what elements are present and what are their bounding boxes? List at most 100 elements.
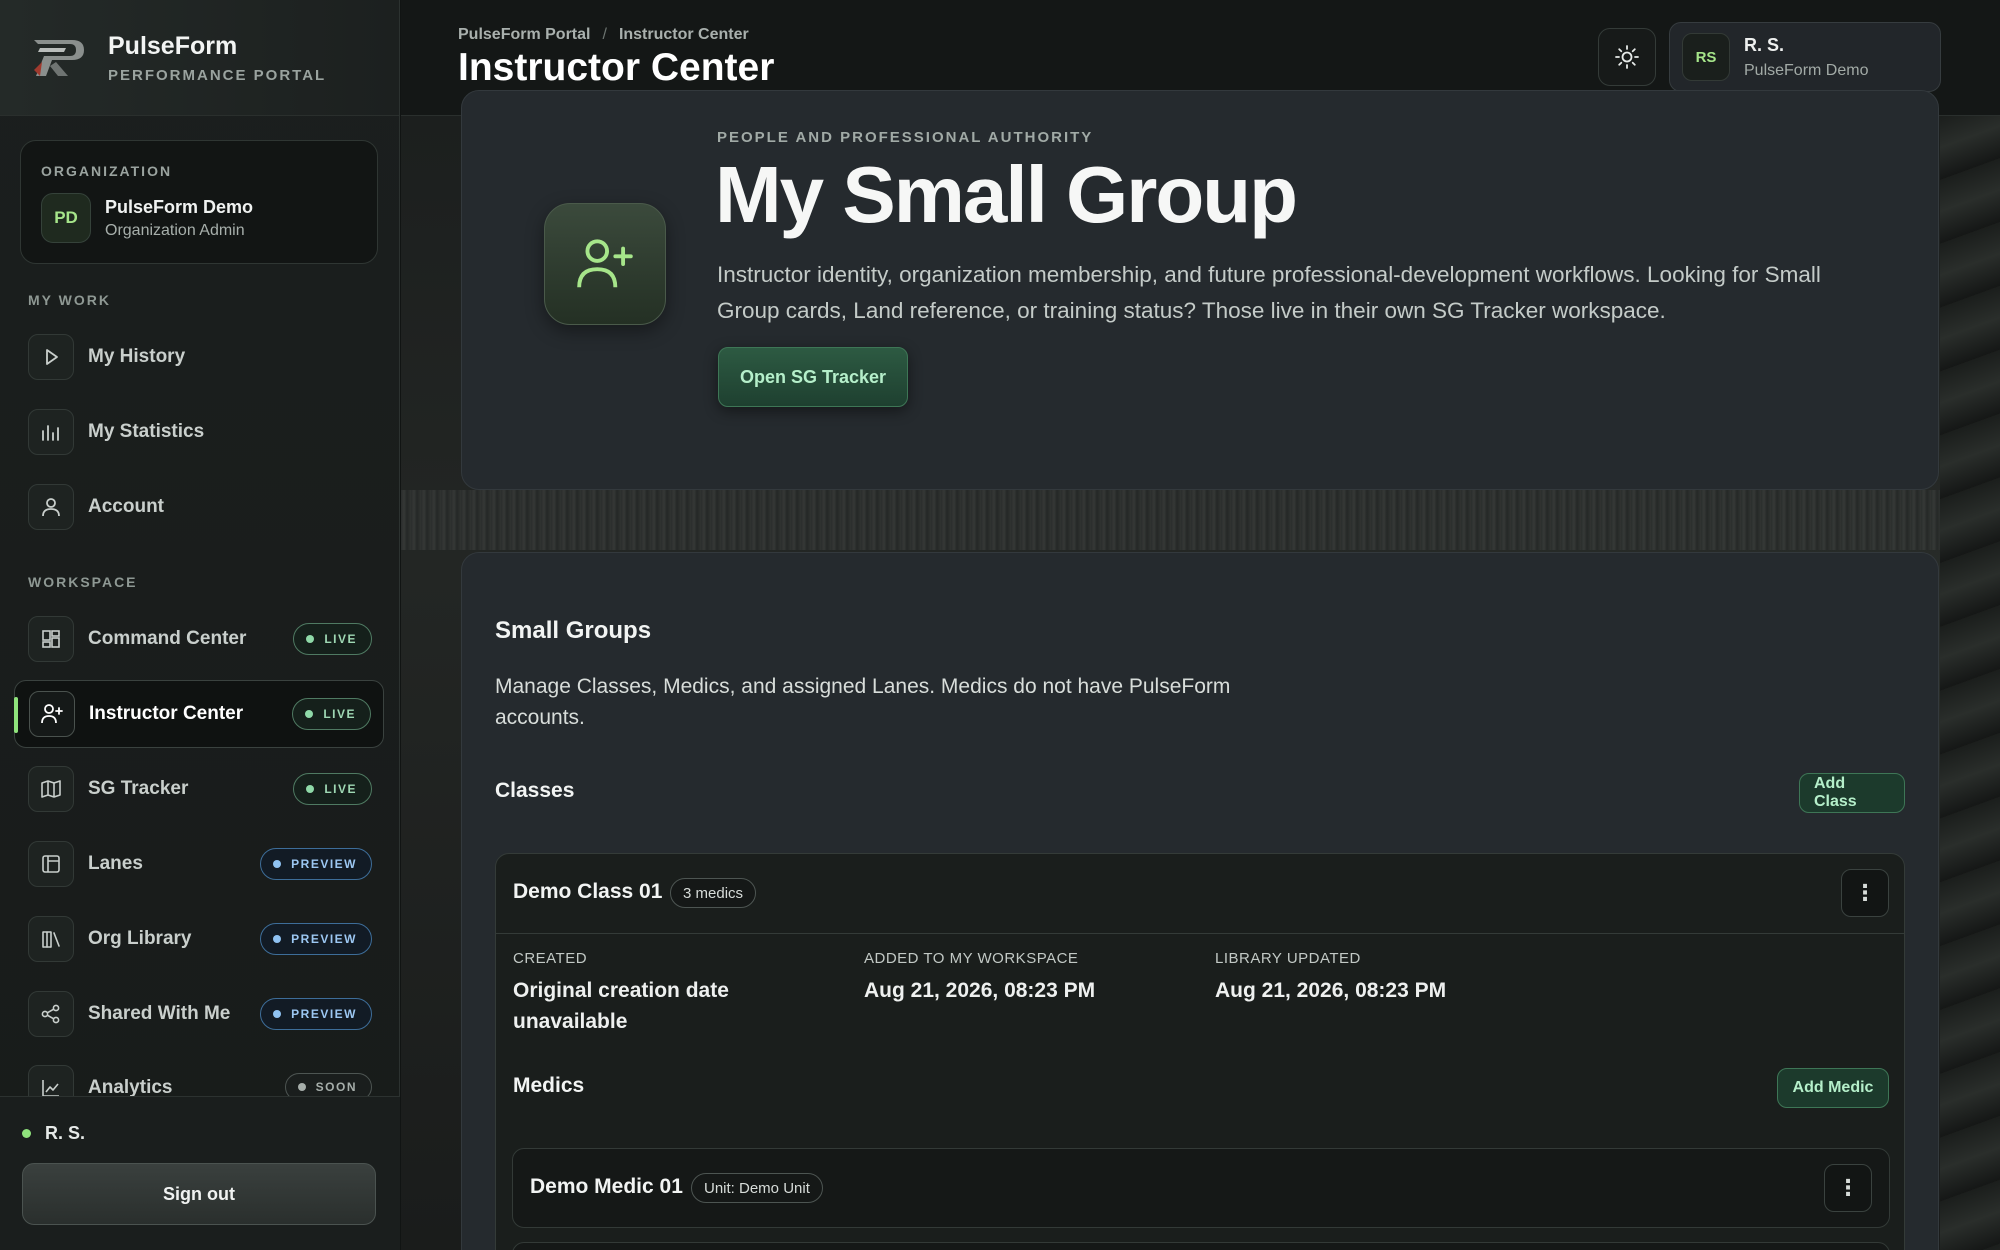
my-work-label: MY WORK [28, 292, 111, 308]
sidebar-item-label: Account [88, 496, 164, 517]
user-plus-icon [544, 203, 666, 325]
organization-card[interactable]: ORGANIZATION PD PulseForm Demo Organizat… [20, 140, 378, 264]
map-icon [28, 766, 74, 812]
sidebar-item-command-center[interactable]: Command Center LIVE [14, 605, 384, 673]
status-badge: LIVE [293, 773, 372, 805]
decorative-texture-band [401, 490, 2000, 550]
hero-eyebrow: PEOPLE AND PROFESSIONAL AUTHORITY [717, 129, 1094, 146]
section-title: Small Groups [495, 617, 652, 644]
breadcrumb-separator: / [602, 26, 607, 43]
sidebar-item-label: My History [88, 346, 186, 367]
status-badge: PREVIEW [260, 998, 372, 1030]
user-icon [28, 484, 74, 530]
sidebar-item-label: Instructor Center [89, 703, 244, 724]
small-groups-card: Small Groups Manage Classes, Medics, and… [461, 552, 1939, 1250]
sidebar-item-instructor-center[interactable]: Instructor Center LIVE [14, 680, 384, 748]
organization-role: Organization Admin [105, 221, 245, 239]
brand-subtitle: PERFORMANCE PORTAL [108, 66, 327, 84]
added-meta: ADDED TO MY WORKSPACE Aug 21, 2026, 08:2… [864, 950, 1194, 1006]
created-meta: CREATED Original creation date unavailab… [513, 950, 813, 1037]
breadcrumb: PulseForm Portal / Instructor Center [458, 26, 749, 44]
meta-value: Aug 21, 2026, 08:23 PM [864, 979, 1096, 1002]
user-plus-icon [29, 691, 75, 737]
hero-description: Instructor identity, organization member… [717, 262, 1821, 323]
library-icon [28, 916, 74, 962]
meta-label: LIBRARY UPDATED [1215, 950, 1361, 967]
hero-card: PEOPLE AND PROFESSIONAL AUTHORITY My Sma… [461, 90, 1939, 490]
class-header: Demo Class 01 3 medics ⋮ [496, 854, 1904, 934]
brand-name: PulseForm [108, 31, 238, 60]
sign-out-button[interactable]: Sign out [22, 1163, 376, 1225]
share-icon [28, 991, 74, 1037]
organization-name: PulseForm Demo [105, 196, 254, 217]
current-user-status: R. S. [22, 1123, 85, 1144]
sidebar: PulseForm PERFORMANCE PORTAL ORGANIZATIO… [0, 0, 400, 1250]
class-name: Demo Class 01 [513, 880, 663, 903]
organization-badge: PD [41, 193, 91, 243]
status-badge: PREVIEW [260, 848, 372, 880]
avatar: RS [1682, 33, 1730, 81]
sidebar-footer: R. S. Sign out [0, 1096, 400, 1250]
classes-heading: Classes [495, 779, 575, 802]
kebab-icon: ⋮ [1837, 1175, 1859, 1200]
medic-row: Demo Medic 01 Unit: Demo Unit ⋮ [512, 1148, 1890, 1228]
sidebar-item-label: SG Tracker [88, 778, 189, 799]
sidebar-item-analytics[interactable]: Analytics SOON [14, 1055, 384, 1096]
line-chart-icon [28, 1065, 74, 1096]
kebab-icon: ⋮ [1854, 880, 1876, 905]
meta-value: Original creation date unavailable [513, 979, 729, 1033]
user-organization: PulseForm Demo [1744, 61, 1869, 79]
online-dot [22, 1129, 31, 1138]
workspace-label: WORKSPACE [28, 574, 138, 590]
sidebar-item-my-statistics[interactable]: My Statistics [14, 398, 384, 466]
meta-label: CREATED [513, 950, 588, 967]
meta-label: ADDED TO MY WORKSPACE [864, 950, 1079, 967]
sidebar-item-shared-with-me[interactable]: Shared With Me PREVIEW [14, 980, 384, 1048]
status-badge: SOON [284, 1073, 372, 1096]
play-icon [28, 334, 74, 380]
brand[interactable]: PulseForm PERFORMANCE PORTAL [0, 0, 399, 116]
open-sg-tracker-button[interactable]: Open SG Tracker [718, 347, 908, 407]
sidebar-item-label: Analytics [88, 1077, 173, 1096]
breadcrumb-item[interactable]: PulseForm Portal [458, 26, 590, 44]
hero-title: My Small Group [715, 150, 1298, 239]
sidebar-item-label: Command Center [88, 628, 247, 649]
bar-chart-icon [28, 409, 74, 455]
meta-value: Aug 21, 2026, 08:23 PM [1215, 979, 1447, 1002]
sidebar-item-label: Lanes [88, 853, 143, 874]
user-menu[interactable]: RS R. S. PulseForm Demo [1669, 22, 1941, 92]
section-description: Manage Classes, Medics, and assigned Lan… [495, 675, 1231, 729]
medics-heading: Medics [513, 1074, 585, 1097]
add-medic-button[interactable]: Add Medic [1777, 1068, 1889, 1108]
user-name: R. S. [1744, 34, 1785, 55]
status-badge: LIVE [293, 623, 372, 655]
status-badge: LIVE [292, 698, 371, 730]
sidebar-item-label: My Statistics [88, 421, 205, 442]
sun-icon [1615, 45, 1639, 69]
current-user-name: R. S. [45, 1123, 86, 1143]
theme-toggle-button[interactable] [1598, 28, 1656, 86]
medic-name: Demo Medic 01 [530, 1175, 683, 1198]
sidebar-item-account[interactable]: Account [14, 473, 384, 541]
medics-count-badge: 3 medics [670, 878, 757, 908]
medic-more-button[interactable]: ⋮ [1824, 1164, 1872, 1212]
status-badge: PREVIEW [260, 923, 372, 955]
unit-badge: Unit: Demo Unit [691, 1173, 823, 1203]
sidebar-item-label: Shared With Me [88, 1003, 231, 1024]
breadcrumb-item: Instructor Center [618, 26, 749, 43]
organization-eyebrow: ORGANIZATION [41, 163, 173, 179]
add-class-button[interactable]: Add Class [1799, 773, 1905, 813]
dashboard-icon [28, 616, 74, 662]
sidebar-item-my-history[interactable]: My History [14, 323, 384, 391]
decorative-texture-right [1940, 116, 2000, 1250]
sidebar-item-lanes[interactable]: Lanes PREVIEW [14, 830, 384, 898]
page-title: Instructor Center [458, 46, 775, 89]
updated-meta: LIBRARY UPDATED Aug 21, 2026, 08:23 PM [1215, 950, 1545, 1006]
class-more-button[interactable]: ⋮ [1841, 869, 1889, 917]
sidebar-item-org-library[interactable]: Org Library PREVIEW [14, 905, 384, 973]
medic-row [512, 1242, 1890, 1250]
layout-icon [28, 841, 74, 887]
class-card: Demo Class 01 3 medics ⋮ CREATED Origina… [495, 853, 1905, 1250]
sidebar-item-sg-tracker[interactable]: SG Tracker LIVE [14, 755, 384, 823]
pulseform-logo [34, 39, 84, 76]
